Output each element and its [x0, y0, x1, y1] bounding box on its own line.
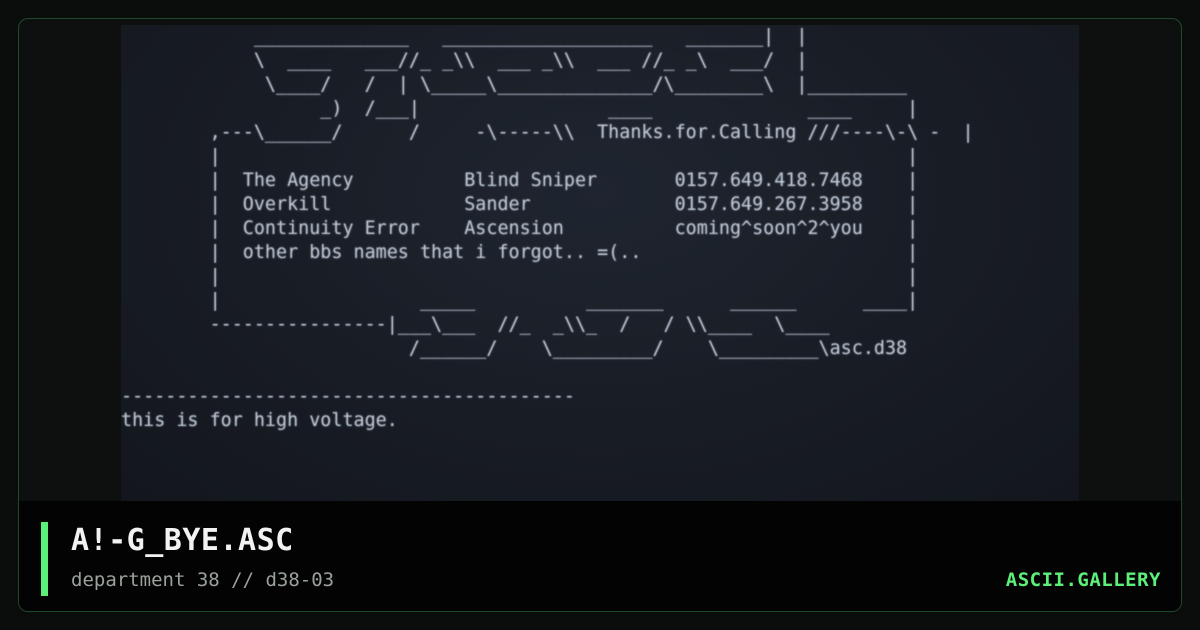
- ascii-art-text: ______________ ___________________ _____…: [121, 26, 974, 431]
- accent-bar: [41, 522, 48, 596]
- footer-bar: A!-G_BYE.ASC department 38 // d38-03 ASC…: [19, 501, 1181, 611]
- ascii-art-screen: ______________ ___________________ _____…: [121, 25, 1079, 501]
- file-title: A!-G_BYE.ASC: [71, 523, 294, 558]
- preview-card: ______________ ___________________ _____…: [18, 18, 1182, 612]
- site-brand-link[interactable]: ASCII.GALLERY: [1006, 569, 1161, 591]
- file-subtitle: department 38 // d38-03: [71, 569, 335, 591]
